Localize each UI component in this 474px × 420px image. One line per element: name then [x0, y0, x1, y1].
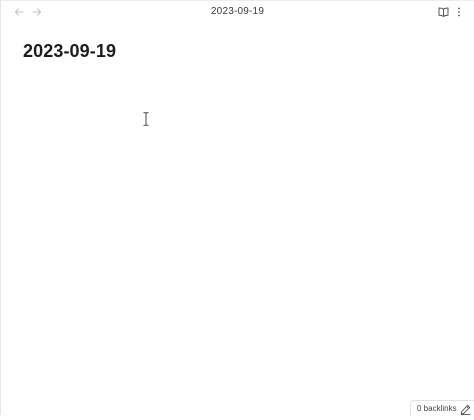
note-editor[interactable] — [23, 71, 463, 391]
text-cursor-icon — [143, 112, 149, 126]
edit-mode-button[interactable] — [460, 402, 471, 416]
more-options-button[interactable] — [454, 5, 464, 19]
app-window: 2023-09-19 2023-09-19 0 backlinks — [0, 0, 474, 416]
backlinks-count: 0 backlinks — [417, 404, 457, 413]
book-open-icon — [438, 7, 448, 17]
more-vertical-icon — [458, 7, 460, 17]
view-header-title[interactable]: 2023-09-19 — [1, 6, 474, 17]
view-header: 2023-09-19 — [1, 1, 474, 23]
note-title[interactable]: 2023-09-19 — [23, 41, 116, 62]
pencil-icon — [460, 404, 471, 416]
reading-view-button[interactable] — [436, 5, 450, 19]
